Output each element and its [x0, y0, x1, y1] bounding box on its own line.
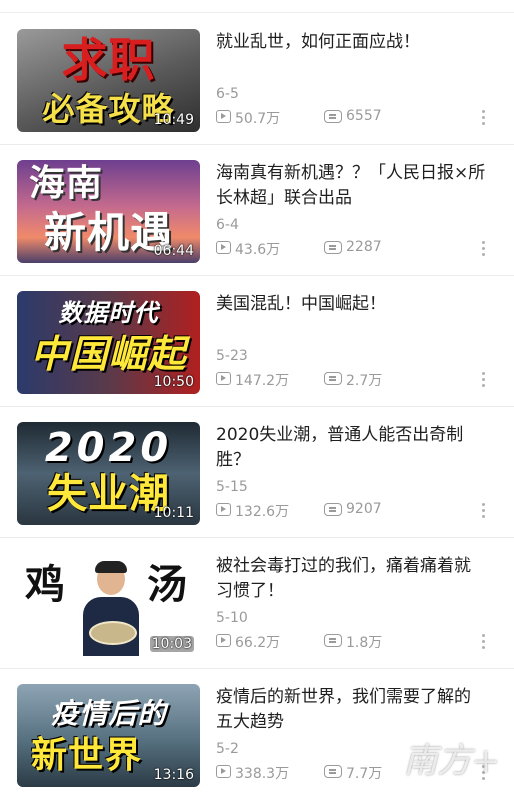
- comment-count-icon: [324, 765, 342, 778]
- comment-count-icon: [324, 634, 342, 647]
- view-count: 50.7万: [235, 111, 281, 127]
- video-item[interactable]: 求职 必备攻略 10:49 就业乱世，如何正面应战！ 6-5 50.7万 655…: [0, 14, 514, 145]
- comment-count: 7.7万: [346, 766, 383, 782]
- video-thumbnail[interactable]: 海南 新机遇 06:44: [17, 160, 200, 263]
- video-thumbnail[interactable]: 2020 失业潮 10:11: [17, 422, 200, 525]
- comment-count-icon: [324, 372, 342, 385]
- video-item[interactable]: 海南 新机遇 06:44 海南真有新机遇？？「人民日报×所长林超」联合出品 6-…: [0, 145, 514, 276]
- thumbnail-caption-line1: 海南: [29, 163, 104, 204]
- view-count: 43.6万: [235, 242, 281, 258]
- video-title[interactable]: 就业乱世，如何正面应战！: [216, 30, 486, 55]
- comment-count: 2.7万: [346, 373, 383, 389]
- play-count-icon: [216, 110, 231, 123]
- video-thumbnail[interactable]: 数据时代 中国崛起 10:50: [17, 291, 200, 394]
- video-date: 6-5: [216, 86, 239, 102]
- video-duration: 06:44: [153, 243, 194, 259]
- view-count: 66.2万: [235, 635, 281, 651]
- video-date: 6-4: [216, 217, 239, 233]
- video-thumbnail[interactable]: 疫情后的 新世界 13:16: [17, 684, 200, 787]
- video-stats: 50.7万 6557: [216, 108, 506, 128]
- video-duration: 10:49: [153, 112, 194, 128]
- more-options-icon[interactable]: [482, 372, 486, 390]
- video-title[interactable]: 海南真有新机遇？？「人民日报×所长林超」联合出品: [216, 161, 486, 211]
- view-count: 132.6万: [235, 504, 290, 520]
- video-stats: 132.6万 9207: [216, 501, 506, 521]
- comment-count: 9207: [346, 501, 382, 517]
- play-count-icon: [216, 372, 231, 385]
- video-date: 5-2: [216, 741, 239, 757]
- comment-count: 2287: [346, 239, 382, 255]
- comment-count-icon: [324, 110, 342, 123]
- video-duration: 10:11: [153, 505, 194, 521]
- video-item[interactable]: 数据时代 中国崛起 10:50 美国混乱！中国崛起！ 5-23 147.2万 2…: [0, 276, 514, 407]
- video-title[interactable]: 美国混乱！中国崛起！: [216, 292, 486, 317]
- thumbnail-caption-line1: 数据时代: [58, 299, 159, 327]
- thumbnail-caption-line1: 疫情后的: [50, 697, 167, 730]
- video-duration: 10:03: [149, 636, 194, 652]
- comment-count: 1.8万: [346, 635, 383, 651]
- more-options-icon[interactable]: [482, 503, 486, 521]
- video-stats: 147.2万 2.7万: [216, 370, 506, 390]
- play-count-icon: [216, 503, 231, 516]
- video-stats: 66.2万 1.8万: [216, 632, 506, 652]
- video-date: 5-15: [216, 479, 248, 495]
- thumbnail-caption-line1: 求职: [61, 33, 156, 87]
- video-thumbnail[interactable]: 求职 必备攻略 10:49: [17, 29, 200, 132]
- more-options-icon[interactable]: [482, 241, 486, 259]
- video-title[interactable]: 疫情后的新世界，我们需要了解的五大趋势: [216, 685, 486, 735]
- video-date: 5-23: [216, 348, 248, 364]
- play-count-icon: [216, 241, 231, 254]
- presenter-avatar: [83, 561, 139, 656]
- view-count: 338.3万: [235, 766, 290, 782]
- thumbnail-caption-line2: 汤: [147, 561, 188, 608]
- video-list: 求职 必备攻略 10:49 就业乱世，如何正面应战！ 6-5 50.7万 655…: [0, 0, 514, 800]
- play-count-icon: [216, 765, 231, 778]
- more-options-icon[interactable]: [482, 634, 486, 652]
- video-date: 5-10: [216, 610, 248, 626]
- thumbnail-caption-line1: 2020: [44, 425, 173, 471]
- video-title[interactable]: 被社会毒打过的我们，痛着痛着就习惯了！: [216, 554, 486, 604]
- video-item[interactable]: 2020 失业潮 10:11 2020失业潮，普通人能否出奇制胜？ 5-15 1…: [0, 407, 514, 538]
- play-count-icon: [216, 634, 231, 647]
- thumbnail-caption-line2: 新世界: [31, 735, 143, 776]
- video-thumbnail[interactable]: 鸡 汤 10:03: [17, 553, 200, 656]
- video-duration: 10:50: [153, 374, 194, 390]
- comment-count-icon: [324, 503, 342, 516]
- comment-count: 6557: [346, 108, 382, 124]
- video-stats: 43.6万 2287: [216, 239, 506, 259]
- thumbnail-caption-line1: 鸡: [25, 561, 66, 608]
- more-options-icon[interactable]: [482, 110, 486, 128]
- thumbnail-caption-line2: 中国崛起: [30, 332, 187, 376]
- video-duration: 13:16: [153, 767, 194, 783]
- video-title[interactable]: 2020失业潮，普通人能否出奇制胜？: [216, 423, 486, 473]
- comment-count-icon: [324, 241, 342, 254]
- video-item[interactable]: 鸡 汤 10:03 被社会毒打过的我们，痛着痛着就习惯了！ 5-10 66.2万…: [0, 538, 514, 669]
- watermark-logo: 南方+: [403, 741, 501, 781]
- view-count: 147.2万: [235, 373, 290, 389]
